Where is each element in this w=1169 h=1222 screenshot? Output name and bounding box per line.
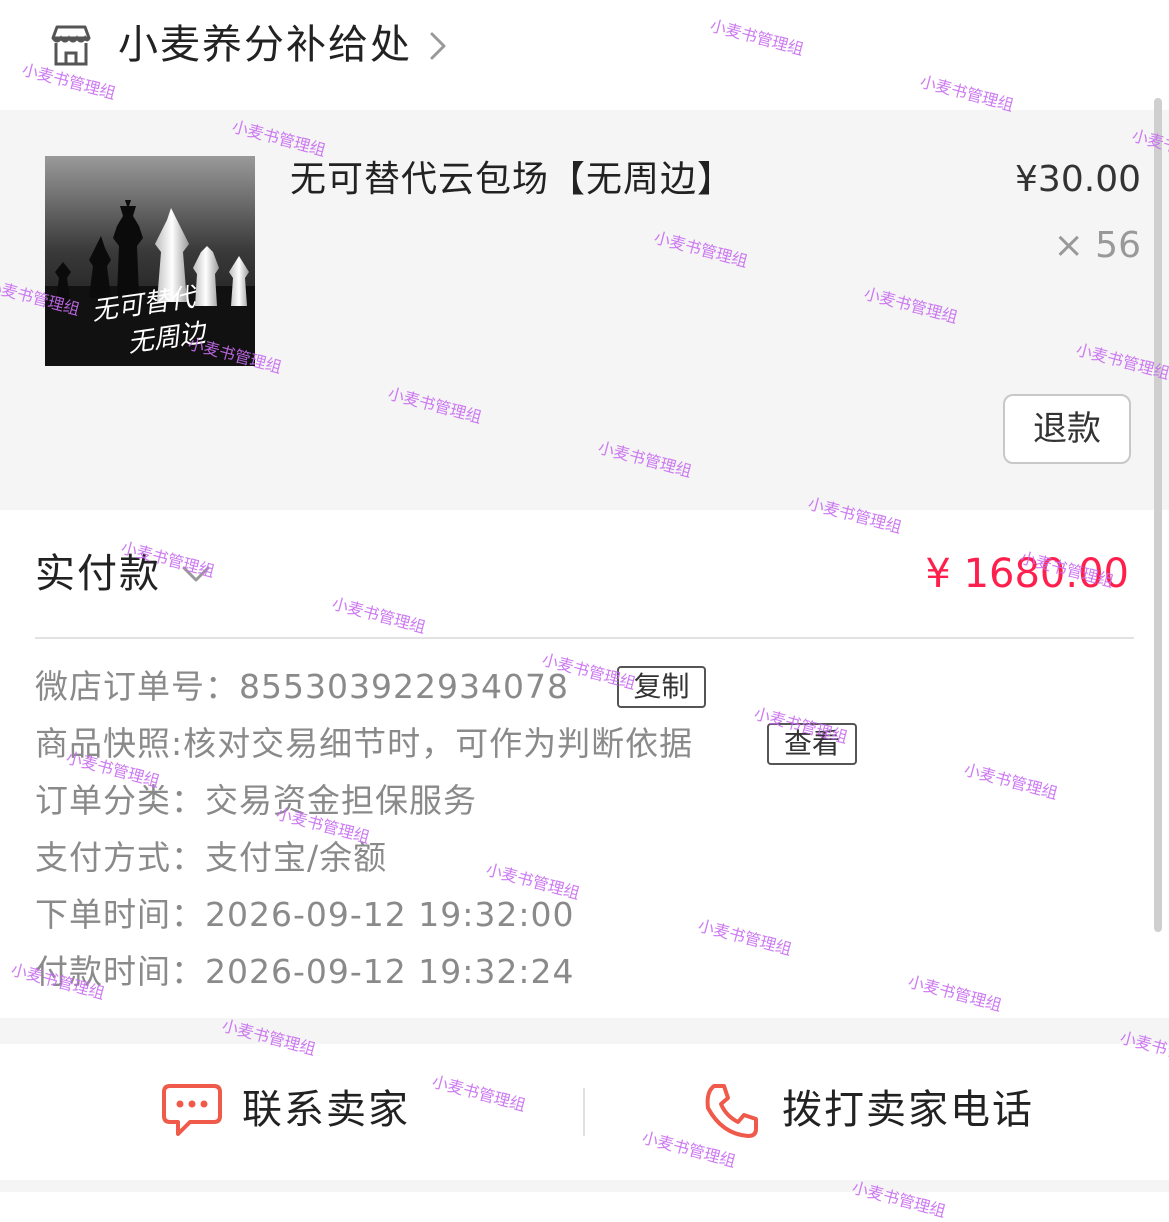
shop-name[interactable]: 小麦养分补给处 [118, 18, 412, 72]
snapshot-label: 商品快照: [35, 724, 184, 763]
order-time-value: 2026-09-12 19:32:00 [205, 895, 575, 934]
order-category-value: 交易资金担保服务 [205, 781, 477, 820]
product-image[interactable]: 无可替代 无周边 [45, 156, 255, 366]
order-category-label: 订单分类： [35, 781, 205, 820]
payment-method-value: 支付宝/余额 [205, 838, 388, 877]
paid-amount-value: ¥ 1680.00 [925, 551, 1129, 597]
payment-summary[interactable]: 实付款 ¥ 1680.00 [0, 510, 1169, 638]
order-time-label: 下单时间： [35, 895, 205, 934]
chevron-right-icon[interactable] [426, 28, 450, 64]
payment-time-label: 付款时间： [35, 952, 205, 991]
product-quantity: × 56 [1053, 225, 1141, 266]
bottom-strip [0, 1180, 1169, 1192]
section-gap [0, 1018, 1169, 1044]
payment-time-value: 2026-09-12 19:32:24 [205, 952, 575, 991]
product-price: ¥30.00 [1015, 159, 1141, 200]
order-number-value: 855303922934078 [239, 667, 569, 706]
call-seller-label[interactable]: 拨打卖家电话 [782, 1082, 1034, 1138]
order-time-row: 下单时间：2026-09-12 19:32:00 [35, 892, 574, 938]
payment-method-label: 支付方式： [35, 838, 205, 877]
watermark-text: 小麦书管理组 [962, 759, 1060, 804]
chat-bubble-icon [160, 1080, 224, 1140]
phone-icon [700, 1080, 764, 1140]
product-title[interactable]: 无可替代云包场【无周边】 [290, 154, 734, 206]
view-snapshot-button[interactable]: 查看 [767, 723, 857, 765]
watermark-text: 小麦书管理组 [906, 971, 1004, 1016]
product-card[interactable]: 无可替代 无周边 无可替代云包场【无周边】 ¥30.00 × 56 退款 [0, 110, 1169, 510]
scrollbar[interactable] [1154, 98, 1162, 932]
payment-method-row: 支付方式：支付宝/余额 [35, 835, 387, 881]
divider [35, 637, 1134, 639]
bottom-bar-divider [583, 1088, 585, 1136]
order-number-row: 微店订单号：855303922934078 [35, 664, 569, 710]
watermark-text: 小麦书管理组 [696, 915, 794, 960]
order-number-label: 微店订单号： [35, 667, 239, 706]
copy-button[interactable]: 复制 [617, 666, 706, 708]
bottom-action-bar: 联系卖家 拨打卖家电话 [0, 1044, 1169, 1180]
contact-seller-button[interactable]: 联系卖家 [160, 1074, 460, 1150]
payment-time-row: 付款时间：2026-09-12 19:32:24 [35, 949, 574, 995]
order-category-row: 订单分类：交易资金担保服务 [35, 778, 477, 824]
snapshot-value: 核对交易细节时，可作为判断依据 [183, 724, 694, 763]
paid-amount-label: 实付款 [35, 551, 161, 597]
store-icon [48, 24, 94, 68]
call-seller-button[interactable]: 拨打卖家电话 [700, 1074, 1080, 1150]
shop-header[interactable]: 小麦养分补给处 [0, 0, 1169, 110]
contact-seller-label[interactable]: 联系卖家 [242, 1082, 410, 1138]
snapshot-row: 商品快照:核对交易细节时，可作为判断依据 [35, 721, 693, 767]
refund-button[interactable]: 退款 [1003, 394, 1131, 464]
chevron-down-icon[interactable] [180, 562, 212, 586]
